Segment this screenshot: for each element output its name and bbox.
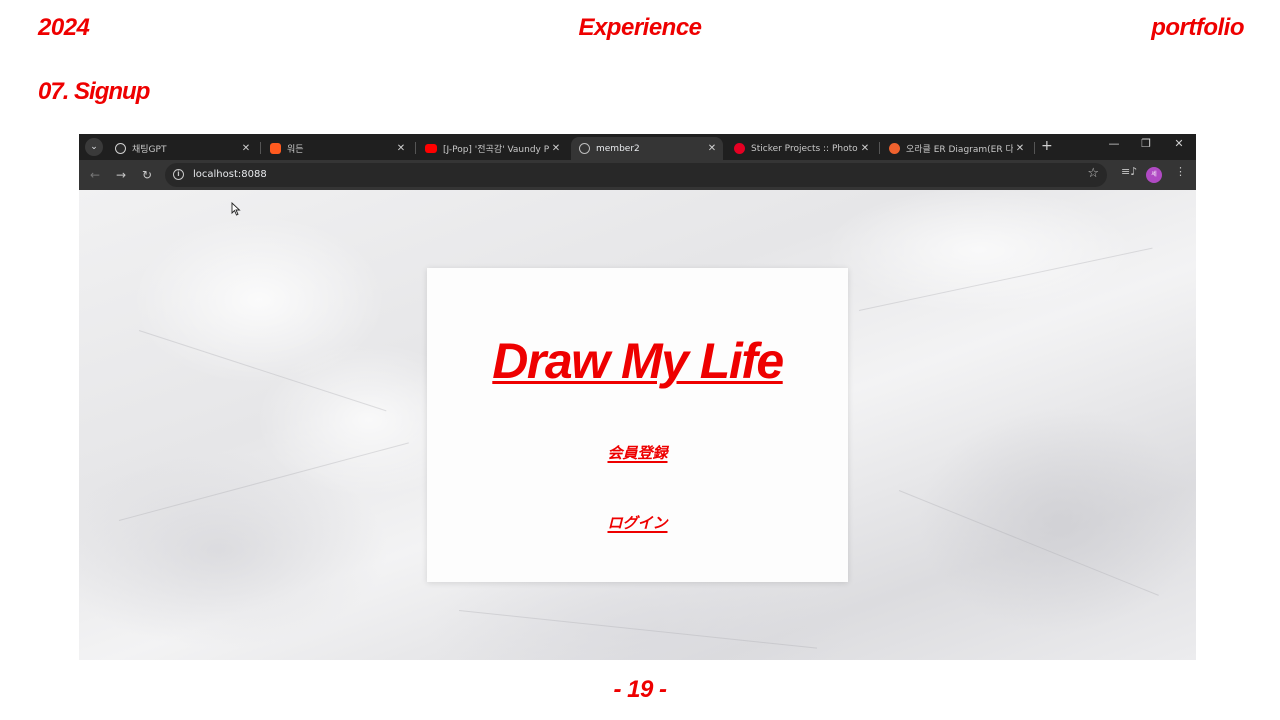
tab-strip: ⌄ 채팅GPT ✕ 워든 ✕ [J-Pop] '전곡감' Vaundy Pl ✕… (79, 134, 1196, 160)
minimize-icon[interactable]: — (1099, 137, 1129, 150)
tab-title: Sticker Projects :: Photos, (751, 143, 858, 154)
tab-divider (415, 142, 416, 154)
chatgpt-icon (115, 143, 126, 154)
new-tab-button[interactable]: + (1041, 138, 1053, 154)
close-icon[interactable]: ✕ (394, 143, 408, 154)
close-icon[interactable]: ✕ (239, 143, 253, 154)
youtube-icon (425, 144, 437, 153)
tab-divider (1034, 142, 1035, 154)
site-title-link[interactable]: Draw My Life (427, 332, 848, 390)
login-link[interactable]: ログイン (427, 512, 848, 533)
tistory-icon (889, 143, 900, 154)
tab-divider (260, 142, 261, 154)
browser-toolbar: ← → ↻ i localhost:8088 ☆ ≡♪ 세 ⋮ (79, 160, 1196, 190)
forward-arrow-icon[interactable]: → (111, 165, 131, 185)
slide-chapter-title: 07. Signup (38, 78, 150, 105)
slide-section-title: Experience (578, 14, 702, 41)
close-icon[interactable]: ✕ (705, 143, 719, 154)
signup-link[interactable]: 会員登録 (427, 442, 848, 463)
close-icon[interactable]: ✕ (858, 143, 872, 154)
media-control-icon[interactable]: ≡♪ (1121, 165, 1137, 178)
close-icon[interactable]: ✕ (549, 143, 563, 154)
slide-portfolio-label: portfolio (1151, 14, 1244, 41)
tab-youtube[interactable]: [J-Pop] '전곡감' Vaundy Pl ✕ (417, 137, 567, 160)
tab-title: 오라클 ER Diagram(ER 다 (906, 145, 1013, 155)
restore-icon[interactable]: ❐ (1131, 137, 1161, 150)
address-url[interactable]: localhost:8088 (193, 169, 267, 180)
close-icon[interactable]: ✕ (1013, 143, 1027, 154)
tab-divider (879, 142, 880, 154)
menu-kebab-icon[interactable]: ⋮ (1175, 165, 1186, 178)
tab-title: [J-Pop] '전곡감' Vaundy Pl (443, 145, 549, 155)
window-close-icon[interactable]: ✕ (1164, 137, 1194, 150)
tab-title: 채팅GPT (132, 145, 167, 155)
address-bar[interactable]: i localhost:8088 ☆ (165, 163, 1107, 187)
slide-page-number: - 19 - (613, 676, 667, 703)
page-viewport: Draw My Life 会員登録 ログイン (79, 190, 1196, 660)
pinterest-icon (734, 143, 745, 154)
site-info-icon[interactable]: i (173, 169, 184, 180)
tab-title: 워든 (287, 145, 304, 155)
app-favicon (270, 143, 281, 154)
tab-chatgpt[interactable]: 채팅GPT ✕ (107, 137, 257, 160)
paper-crease (118, 442, 409, 521)
tab-title: member2 (596, 143, 640, 154)
bookmark-star-icon[interactable]: ☆ (1087, 166, 1099, 181)
tab-app[interactable]: 워든 ✕ (262, 137, 412, 160)
home-card: Draw My Life 会員登録 ログイン (427, 268, 848, 582)
paper-crease (858, 247, 1153, 311)
tab-oracle-erd[interactable]: 오라클 ER Diagram(ER 다 ✕ (881, 137, 1031, 160)
paper-crease (898, 490, 1159, 596)
mouse-cursor-icon (231, 202, 241, 216)
paper-crease (458, 610, 818, 649)
reload-icon[interactable]: ↻ (137, 165, 157, 185)
tab-member2[interactable]: member2 ✕ (571, 137, 723, 160)
tab-pinterest[interactable]: Sticker Projects :: Photos, ✕ (726, 137, 876, 160)
browser-window: ⌄ 채팅GPT ✕ 워든 ✕ [J-Pop] '전곡감' Vaundy Pl ✕… (79, 134, 1196, 660)
paper-crease (138, 330, 387, 412)
back-arrow-icon[interactable]: ← (85, 165, 105, 185)
globe-icon (579, 143, 590, 154)
profile-avatar[interactable]: 세 (1146, 167, 1162, 183)
tab-search-button[interactable]: ⌄ (85, 138, 103, 156)
